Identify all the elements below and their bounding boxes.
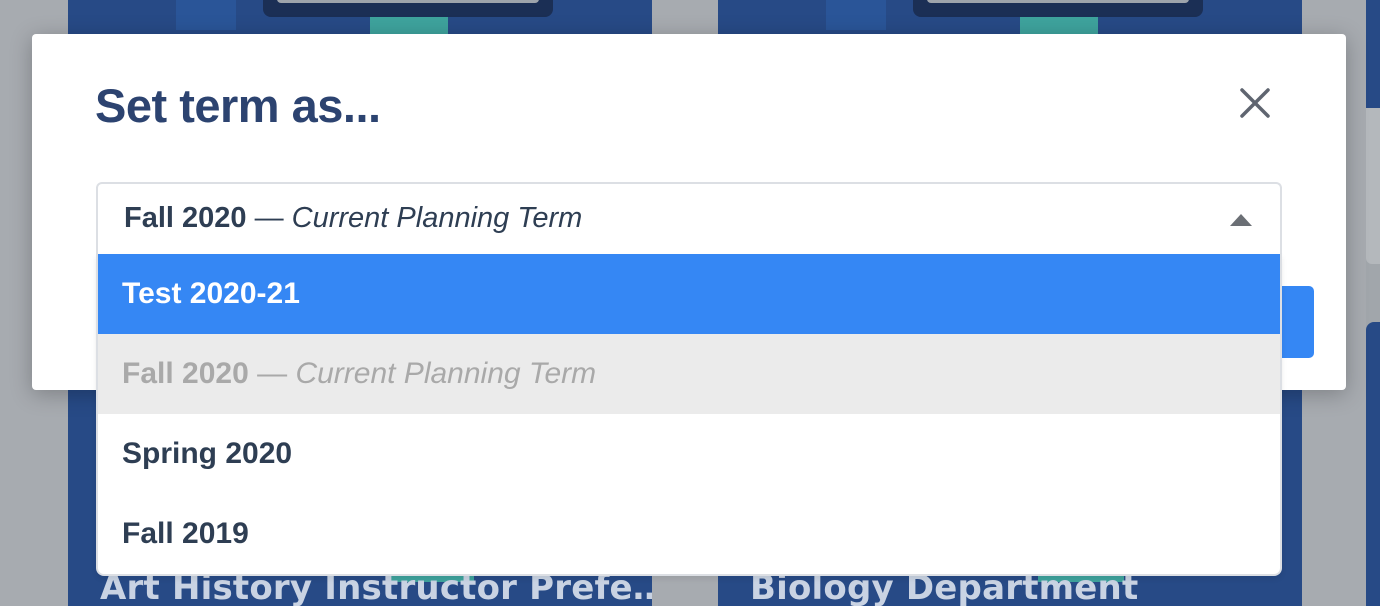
option-note: Current Planning Term [295, 357, 597, 390]
option-label: Fall 2019 [122, 517, 249, 550]
option-label: Test 2020-21 [122, 277, 300, 310]
option-fall-2020: Fall 2020 — Current Planning Term [98, 334, 1280, 414]
card-preview-header [263, 0, 553, 17]
selected-term-separator: — [246, 202, 292, 234]
confirm-button[interactable] [1281, 286, 1314, 358]
close-icon[interactable] [1236, 84, 1274, 122]
modal-title: Set term as... [95, 79, 381, 132]
option-spring-2020[interactable]: Spring 2020 [98, 414, 1280, 494]
selected-term-name: Fall 2020 [124, 202, 247, 234]
term-options-menu: Test 2020-21 Fall 2020 — Current Plannin… [96, 254, 1282, 576]
card-preview-header [913, 0, 1203, 17]
card-decoration [176, 0, 236, 30]
option-fall-2019[interactable]: Fall 2019 [98, 494, 1280, 574]
caret-up-icon[interactable] [1230, 214, 1252, 226]
card-decoration [826, 0, 886, 30]
option-label: Spring 2020 [122, 437, 293, 470]
option-label: Fall 2020 [122, 357, 249, 390]
selected-term-note: Current Planning Term [291, 202, 583, 234]
selected-term: Fall 2020 — Current Planning Term [124, 202, 582, 235]
option-test-2020-21[interactable]: Test 2020-21 [98, 254, 1280, 334]
term-select[interactable]: Fall 2020 — Current Planning Term [96, 182, 1282, 256]
option-separator: — [248, 357, 296, 390]
partial-card-edge [1366, 0, 1380, 606]
